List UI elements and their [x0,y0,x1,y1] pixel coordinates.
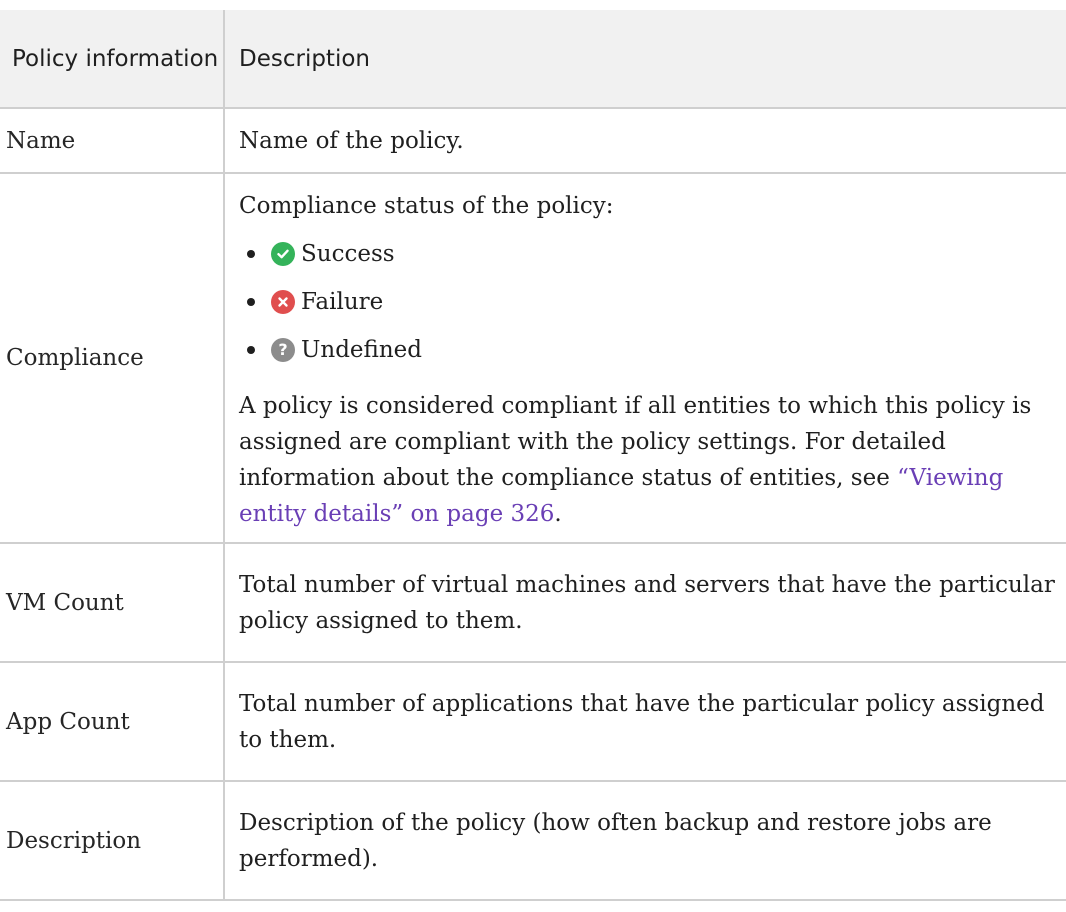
check-circle-icon [271,242,295,266]
row-label-compliance: Compliance [0,173,225,544]
table-row-description: Description Description of the policy (h… [0,781,1066,901]
row-text-vm-count: Total number of virtual machines and ser… [224,543,1066,663]
header-policy-information: Policy information [0,10,225,109]
table-row-vm-count: VM Count Total number of virtual machine… [0,543,1066,663]
list-item-undefined: ? Undefined [239,326,1066,374]
table-row-compliance: Compliance Compliance status of the poli… [0,173,1066,544]
row-text-app-count: Total number of applications that have t… [224,662,1066,782]
status-label-success: Success [301,241,395,267]
bullet-icon [247,298,255,306]
list-item-success: Success [239,230,1066,278]
question-circle-icon: ? [271,338,295,362]
status-label-undefined: Undefined [301,337,423,363]
row-label-app-count: App Count [0,662,225,782]
table-row-name: Name Name of the policy. [0,108,1066,174]
x-circle-icon [271,290,295,314]
row-label-vm-count: VM Count [0,543,225,663]
compliance-paragraph: A policy is considered compliant if all … [239,388,1066,542]
table-row-app-count: App Count Total number of applications t… [0,662,1066,782]
row-text-description: Description of the policy (how often bac… [224,781,1066,901]
bullet-icon [247,250,255,258]
row-content-compliance: Compliance status of the policy: Success [224,173,1066,544]
list-item-failure: Failure [239,278,1066,326]
compliance-status-list: Success Failure ? Undefined [239,230,1066,374]
compliance-paragraph-end: . [554,501,562,527]
compliance-intro: Compliance status of the policy: [239,193,614,219]
bullet-icon [247,346,255,354]
row-text-name: Name of the policy. [224,108,1066,174]
row-label-name: Name [0,108,225,174]
header-description: Description [224,10,1066,109]
row-label-description: Description [0,781,225,901]
policy-info-table: Policy information Description Name Name… [0,10,1066,901]
table-header-row: Policy information Description [0,10,1066,109]
status-label-failure: Failure [301,289,384,315]
